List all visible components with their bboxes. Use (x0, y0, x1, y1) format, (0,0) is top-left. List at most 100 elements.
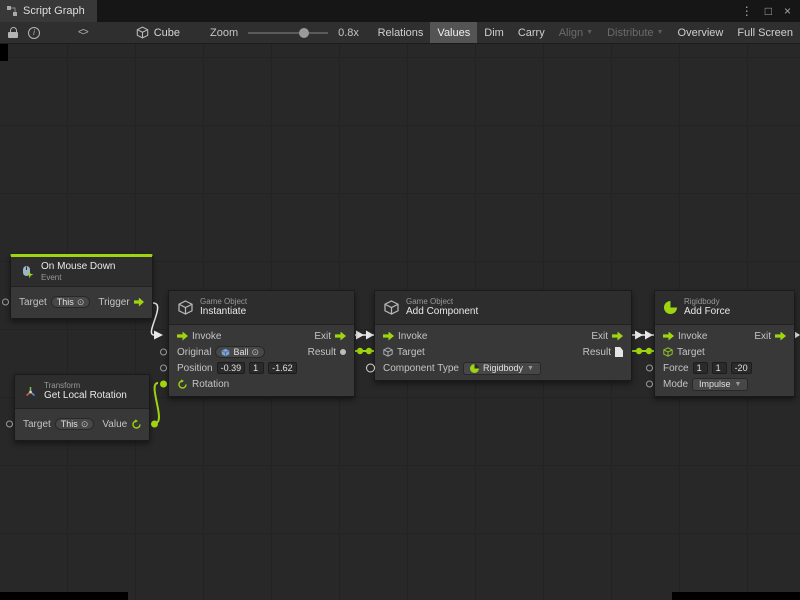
force-z-field[interactable]: -20 (731, 362, 752, 374)
node-get-local-rotation[interactable]: Transform Get Local Rotation Target This… (14, 374, 150, 441)
node-header[interactable]: On Mouse Down Event (11, 257, 152, 287)
canvas-edge-bottom-left (0, 592, 128, 600)
exit-label: Exit (591, 331, 608, 342)
component-type-input-port[interactable] (366, 364, 375, 373)
node-add-component[interactable]: Game Object Add Component Invoke Exit Ta… (374, 290, 632, 381)
original-input-port[interactable] (160, 349, 167, 356)
row-force: Force 1 1 -20 (655, 360, 794, 376)
target-label: Target (397, 347, 425, 358)
mode-input-port[interactable] (646, 381, 653, 388)
invoke-input-port[interactable] (177, 332, 188, 341)
button-carry[interactable]: Carry (511, 22, 552, 43)
chevron-down-icon: ▼ (586, 29, 593, 36)
node-title: Instantiate (200, 306, 247, 318)
node-category: Game Object (200, 297, 247, 307)
info-icon[interactable]: i (28, 27, 40, 39)
close-icon[interactable]: × (784, 4, 791, 18)
invoke-input-port[interactable] (663, 332, 674, 341)
zoom-slider-handle[interactable] (299, 28, 309, 38)
code-icon[interactable]: <> (78, 27, 88, 38)
row-rotation: Rotation (169, 376, 354, 392)
target-input-port[interactable] (2, 299, 9, 306)
node-title: On Mouse Down (41, 261, 115, 273)
node-on-mouse-down[interactable]: On Mouse Down Event Target This⊙ Trigger (10, 254, 153, 319)
rotation-input-port[interactable] (160, 381, 167, 388)
node-category: Game Object (406, 297, 478, 307)
component-type-dropdown[interactable]: Rigidbody ▼ (463, 362, 541, 375)
row-target: Target (655, 344, 794, 360)
button-distribute-label: Distribute (607, 27, 653, 39)
button-fullscreen[interactable]: Full Screen (730, 22, 800, 43)
node-subtitle: Event (41, 273, 115, 283)
row-mode: Mode Impulse ▼ (655, 376, 794, 392)
force-x-field[interactable]: 1 (693, 362, 708, 374)
node-category: Rigidbody (684, 297, 730, 307)
game-object-icon (384, 300, 399, 315)
ball-prefab-icon (221, 348, 230, 357)
maximize-icon[interactable]: □ (765, 4, 772, 18)
mode-value: Impulse (699, 379, 731, 389)
rigidbody-icon (470, 364, 479, 373)
button-distribute[interactable]: Distribute ▼ (600, 22, 670, 43)
invoke-label: Invoke (398, 331, 427, 342)
exit-label: Exit (314, 331, 331, 342)
node-instantiate[interactable]: Game Object Instantiate Invoke Exit Orig… (168, 290, 355, 397)
node-header[interactable]: Transform Get Local Rotation (15, 375, 149, 409)
button-align-label: Align (559, 27, 583, 39)
button-align[interactable]: Align▼ (552, 22, 600, 43)
invoke-input-port[interactable] (383, 332, 394, 341)
node-add-force[interactable]: Rigidbody Add Force Invoke Exit Target (654, 290, 795, 397)
original-chip-label: Ball (233, 347, 248, 357)
position-z-field[interactable]: -1.62 (268, 362, 297, 374)
force-label: Force (663, 363, 689, 374)
original-chip[interactable]: Ball ⊙ (215, 346, 265, 358)
chevron-down-icon: ▼ (735, 381, 742, 388)
menu-icon[interactable]: ⋮ (741, 4, 753, 18)
zoom-label: Zoom (210, 27, 238, 39)
lock-icon[interactable] (8, 27, 18, 38)
button-values[interactable]: Values (430, 22, 477, 43)
target-label: Target (19, 297, 47, 308)
node-title: Add Component (406, 306, 478, 318)
result-output-port[interactable] (340, 349, 346, 355)
trigger-output-port[interactable] (134, 298, 144, 307)
exit-label: Exit (754, 331, 771, 342)
button-dim[interactable]: Dim (477, 22, 511, 43)
value-label: Value (102, 419, 127, 430)
original-label: Original (177, 347, 211, 358)
row-target-value: Target This⊙ Value (15, 412, 149, 436)
cube-target-icon (136, 26, 149, 39)
row-target-result: Target Result (375, 344, 631, 360)
invoke-label: Invoke (192, 331, 221, 342)
zoom-slider[interactable] (248, 32, 328, 34)
target-chip[interactable]: This⊙ (51, 296, 91, 308)
node-header[interactable]: Game Object Instantiate (169, 291, 354, 325)
target-chip[interactable]: This⊙ (55, 418, 95, 430)
button-overview[interactable]: Overview (671, 22, 731, 43)
exit-output-port[interactable] (612, 332, 623, 341)
position-x-field[interactable]: -0.39 (217, 362, 246, 374)
value-output-port[interactable] (151, 421, 158, 428)
row-original-result: Original Ball ⊙ Result (169, 344, 354, 360)
button-relations[interactable]: Relations (371, 22, 431, 43)
exit-output-port[interactable] (335, 332, 346, 341)
node-header[interactable]: Game Object Add Component (375, 291, 631, 325)
force-input-port[interactable] (646, 365, 653, 372)
target-input-port[interactable] (6, 421, 13, 428)
node-header[interactable]: Rigidbody Add Force (655, 291, 794, 325)
position-y-field[interactable]: 1 (249, 362, 264, 374)
force-y-field[interactable]: 1 (712, 362, 727, 374)
object-picker-icon: ⊙ (81, 420, 89, 429)
node-title: Get Local Rotation (44, 390, 127, 402)
mode-dropdown[interactable]: Impulse ▼ (692, 378, 748, 391)
mouse-icon (20, 265, 34, 279)
rotation-icon (177, 379, 188, 390)
graph-canvas[interactable]: On Mouse Down Event Target This⊙ Trigger (0, 44, 800, 600)
chevron-down-icon: ▼ (657, 29, 664, 36)
target-label: Target (677, 347, 705, 358)
tab-script-graph[interactable]: Script Graph (0, 0, 97, 22)
exit-output-port[interactable] (775, 332, 786, 341)
canvas-edge-top-left (0, 44, 8, 61)
position-input-port[interactable] (160, 365, 167, 372)
result-output-port[interactable] (615, 347, 623, 357)
